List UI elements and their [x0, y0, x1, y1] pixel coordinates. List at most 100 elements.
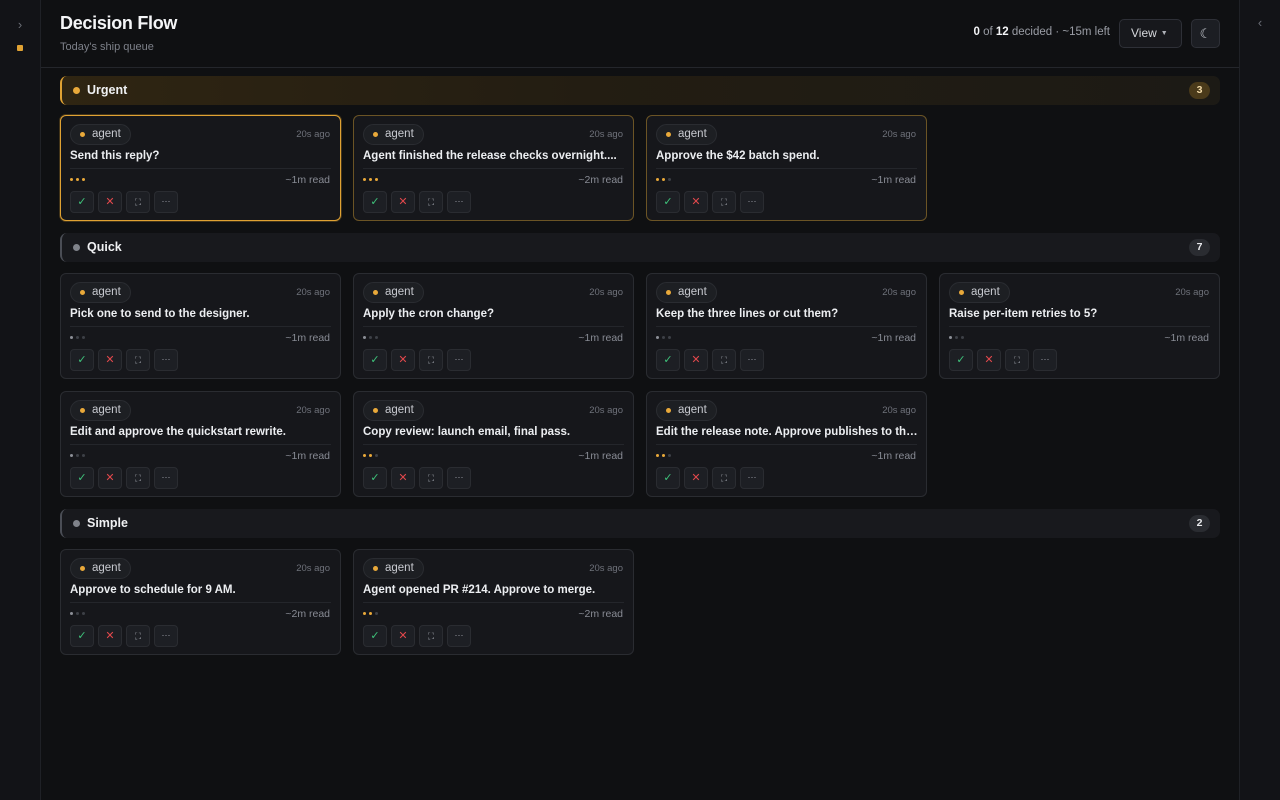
approve-button[interactable]: ✓	[70, 349, 94, 371]
more-button[interactable]: ···	[740, 349, 764, 371]
expand-panel-icon[interactable]: ‹	[1252, 14, 1268, 32]
reject-button[interactable]: ✕	[98, 191, 122, 213]
agent-chip[interactable]: agent	[656, 400, 717, 421]
read-time: ~2m read	[578, 608, 623, 620]
agent-chip[interactable]: agent	[656, 282, 717, 303]
approve-button[interactable]: ✓	[70, 467, 94, 489]
more-button[interactable]: ···	[154, 625, 178, 647]
reject-button[interactable]: ✕	[684, 467, 708, 489]
agent-chip[interactable]: agent	[70, 124, 131, 145]
more-button[interactable]: ···	[1033, 349, 1057, 371]
more-icon: ···	[747, 354, 757, 364]
reject-button[interactable]: ✕	[684, 191, 708, 213]
decision-card[interactable]: agent 20s ago Raise per-item retries to 5?…	[939, 273, 1220, 379]
approve-button[interactable]: ✓	[363, 191, 387, 213]
more-button[interactable]: ···	[447, 467, 471, 489]
decision-card[interactable]: agent 20s ago Send this reply? ~1m read ✓ ✕ ⛶ ·…	[60, 115, 341, 221]
expand-button[interactable]: ⛶	[419, 191, 443, 213]
expand-button[interactable]: ⛶	[126, 467, 150, 489]
approve-button[interactable]: ✓	[363, 467, 387, 489]
expand-button[interactable]: ⛶	[712, 349, 736, 371]
reject-button[interactable]: ✕	[98, 467, 122, 489]
decision-card[interactable]: agent 20s ago Agent finished the release c…	[353, 115, 634, 221]
approve-button[interactable]: ✓	[949, 349, 973, 371]
expand-icon: ⛶	[427, 631, 435, 641]
approve-button[interactable]: ✓	[70, 625, 94, 647]
expand-sidebar-icon[interactable]: ›	[12, 16, 28, 34]
expand-button[interactable]: ⛶	[1005, 349, 1029, 371]
effort-meter	[656, 454, 674, 458]
more-button[interactable]: ···	[154, 191, 178, 213]
approve-button[interactable]: ✓	[656, 467, 680, 489]
decision-card[interactable]: agent 20s ago Copy review: launch email, f…	[353, 391, 634, 497]
section-header-quick[interactable]: Quick 7	[60, 233, 1220, 262]
agent-chip[interactable]: agent	[656, 124, 717, 145]
more-button[interactable]: ···	[447, 191, 471, 213]
expand-button[interactable]: ⛶	[712, 467, 736, 489]
reject-button[interactable]: ✕	[391, 625, 415, 647]
effort-dot	[375, 178, 378, 181]
more-button[interactable]: ···	[154, 349, 178, 371]
decision-card[interactable]: agent 20s ago Edit and approve the quickst…	[60, 391, 341, 497]
check-icon: ✓	[77, 354, 87, 366]
agent-chip[interactable]: agent	[70, 282, 131, 303]
reject-button[interactable]: ✕	[391, 467, 415, 489]
expand-button[interactable]: ⛶	[419, 625, 443, 647]
card-divider	[949, 326, 1210, 327]
decision-card[interactable]: agent 20s ago Apply the cron change? ~1m re…	[353, 273, 634, 379]
reject-button[interactable]: ✕	[98, 625, 122, 647]
decision-card[interactable]: agent 20s ago Keep the three lines or cut …	[646, 273, 927, 379]
more-button[interactable]: ···	[447, 625, 471, 647]
more-button[interactable]: ···	[740, 467, 764, 489]
agent-chip[interactable]: agent	[363, 558, 424, 579]
read-time: ~1m read	[871, 332, 916, 344]
expand-button[interactable]: ⛶	[126, 349, 150, 371]
reject-button[interactable]: ✕	[684, 349, 708, 371]
reject-button[interactable]: ✕	[98, 349, 122, 371]
expand-button[interactable]: ⛶	[419, 349, 443, 371]
theme-toggle-button[interactable]: ☾	[1191, 19, 1220, 48]
more-button[interactable]: ···	[740, 191, 764, 213]
reject-button[interactable]: ✕	[391, 349, 415, 371]
section-header-urgent[interactable]: Urgent 3	[60, 76, 1220, 105]
effort-dot	[70, 454, 73, 457]
agent-chip[interactable]: agent	[363, 400, 424, 421]
reject-button[interactable]: ✕	[391, 191, 415, 213]
decision-card[interactable]: agent 20s ago Approve the $42 batch spend.…	[646, 115, 927, 221]
card-timestamp: 20s ago	[882, 129, 916, 140]
approve-button[interactable]: ✓	[656, 191, 680, 213]
approve-button[interactable]: ✓	[363, 349, 387, 371]
expand-button[interactable]: ⛶	[126, 191, 150, 213]
agent-status-icon	[80, 132, 85, 137]
effort-dot	[70, 612, 73, 615]
agent-chip[interactable]: agent	[363, 282, 424, 303]
approve-button[interactable]: ✓	[363, 625, 387, 647]
effort-dot	[369, 336, 372, 339]
approve-button[interactable]: ✓	[656, 349, 680, 371]
reject-button[interactable]: ✕	[977, 349, 1001, 371]
view-menu-button[interactable]: View ▼	[1119, 19, 1182, 48]
decision-card[interactable]: agent 20s ago Pick one to send to the desi…	[60, 273, 341, 379]
decision-card[interactable]: agent 20s ago Approve to schedule for 9 AM…	[60, 549, 341, 655]
read-time: ~1m read	[578, 332, 623, 344]
agent-chip[interactable]: agent	[363, 124, 424, 145]
read-time: ~2m read	[285, 608, 330, 620]
agent-chip[interactable]: agent	[70, 400, 131, 421]
read-time: ~1m read	[871, 174, 916, 186]
more-icon: ···	[454, 354, 464, 364]
expand-button[interactable]: ⛶	[419, 467, 443, 489]
more-button[interactable]: ···	[447, 349, 471, 371]
agent-chip[interactable]: agent	[70, 558, 131, 579]
approve-button[interactable]: ✓	[70, 191, 94, 213]
expand-button[interactable]: ⛶	[126, 625, 150, 647]
more-button[interactable]: ···	[154, 467, 178, 489]
expand-icon: ⛶	[720, 197, 728, 207]
expand-button[interactable]: ⛶	[712, 191, 736, 213]
section-header-simple[interactable]: Simple 2	[60, 509, 1220, 538]
agent-chip[interactable]: agent	[949, 282, 1010, 303]
effort-dot	[363, 612, 366, 615]
decision-card[interactable]: agent 20s ago Agent opened PR #214. Approv…	[353, 549, 634, 655]
section-count-badge: 7	[1189, 239, 1210, 256]
decision-card[interactable]: agent 20s ago Edit the release note. Appro…	[646, 391, 927, 497]
agent-chip-label: agent	[678, 128, 707, 140]
